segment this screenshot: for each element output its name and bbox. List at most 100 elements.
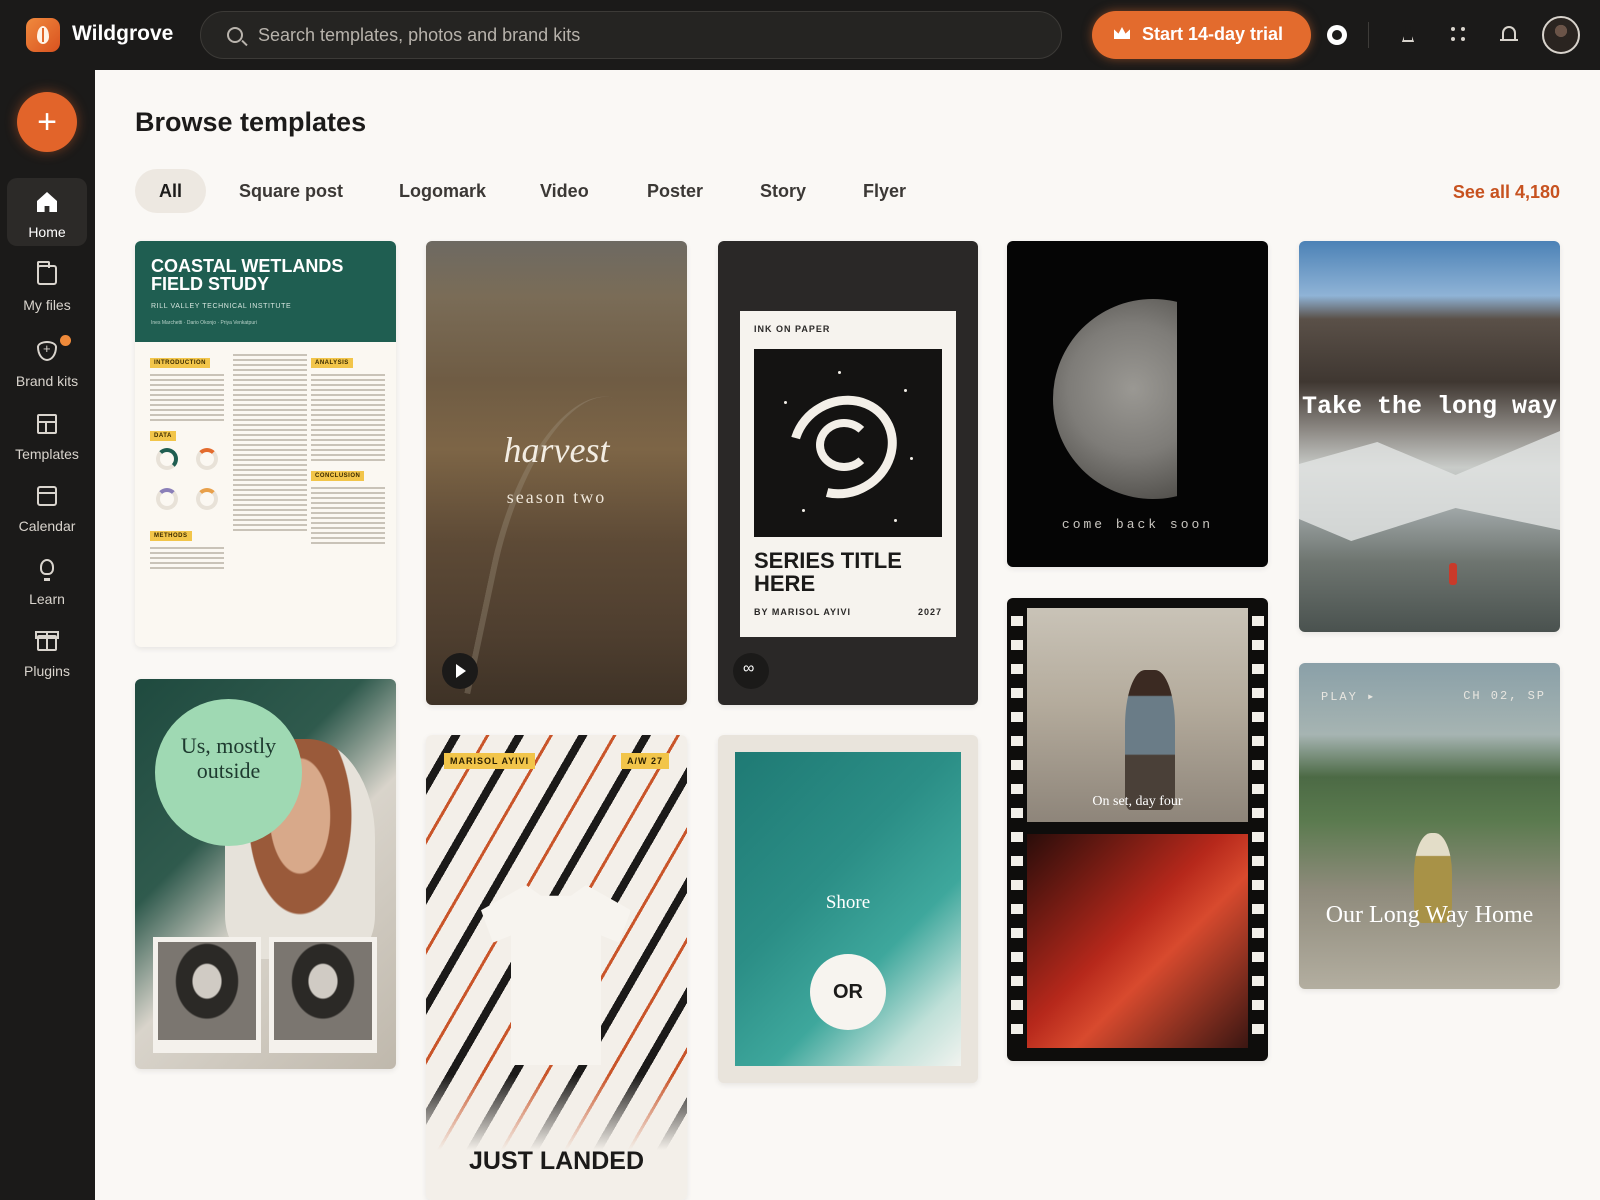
loop-icon[interactable] — [733, 653, 769, 689]
template-card-take-the-long-way[interactable]: Take the long way — [1299, 241, 1560, 632]
templates-icon — [37, 414, 57, 434]
film-perforations — [1011, 616, 1023, 1046]
template-card-coastal-wetlands[interactable]: COASTAL WETLANDS FIELD STUDY RILL VALLEY… — [135, 241, 396, 647]
apps-grid-icon[interactable] — [1445, 22, 1471, 48]
template-card-ink-on-paper[interactable]: INK ON PAPER SERIES TITLE HERE BY MARISO… — [718, 241, 978, 705]
shield-icon — [37, 341, 57, 361]
sidebar-item-label: Learn — [29, 591, 65, 607]
gift-icon — [35, 631, 59, 651]
shore-title: Shore — [825, 892, 871, 913]
user-avatar[interactable] — [1542, 16, 1580, 54]
start-trial-label: Start 14-day trial — [1142, 24, 1284, 44]
page-title: Browse templates — [135, 107, 367, 137]
section-tag: CONCLUSION — [311, 471, 365, 481]
mountain-image — [1299, 431, 1560, 541]
template-card-shore[interactable]: Shore OR — [718, 735, 978, 1083]
sidebar-item-label: Templates — [15, 446, 79, 462]
play-icon[interactable] — [442, 653, 478, 689]
report-authors: Ines Marchetti · Dario Okonjo · Priya Ve… — [151, 320, 257, 326]
template-card-harvest[interactable]: harvest season two — [426, 241, 687, 705]
crown-icon — [1114, 27, 1130, 39]
poster-paper: INK ON PAPER SERIES TITLE HERE BY MARISO… — [740, 311, 956, 637]
film-frame-photo — [1027, 608, 1248, 822]
sidebar-item-plugins[interactable]: Plugins — [7, 617, 87, 685]
filter-tab-square-post[interactable]: Square post — [215, 169, 367, 213]
sidebar-item-label: My files — [23, 297, 71, 313]
filter-tab-poster[interactable]: Poster — [623, 169, 727, 213]
template-card-just-landed[interactable]: MARISOL AYIVI A/W 27 JUST LANDED — [426, 735, 687, 1200]
section-tag: METHODS — [150, 531, 192, 541]
template-card-moon[interactable]: come back soon — [1007, 241, 1268, 567]
hiker-figure — [1449, 563, 1457, 585]
season-tag: A/W 27 — [620, 753, 669, 769]
sidebar-item-templates[interactable]: Templates — [7, 400, 87, 468]
sidebar: + Home My files Brand kits Templates Cal… — [0, 70, 95, 1200]
filter-tab-logomark[interactable]: Logomark — [375, 169, 510, 213]
harvest-subtitle: season two — [506, 487, 607, 507]
notification-badge — [60, 335, 71, 346]
sidebar-item-label: Home — [28, 224, 66, 240]
or-badge: OR — [810, 954, 886, 1030]
chat-icon[interactable] — [1324, 22, 1350, 48]
film-frame-photo — [1027, 834, 1248, 1048]
filter-tab-all[interactable]: All — [135, 169, 207, 213]
long-way-title: Our Long Way Home — [1325, 902, 1534, 928]
polaroid-photo — [153, 937, 261, 1053]
search-bar[interactable] — [200, 11, 1062, 59]
report-title: COASTAL WETLANDS FIELD STUDY — [151, 256, 344, 294]
filter-tab-video[interactable]: Video — [516, 169, 613, 213]
filter-tab-story[interactable]: Story — [736, 169, 830, 213]
sidebar-item-label: Plugins — [24, 663, 70, 679]
home-icon — [37, 192, 57, 212]
moon-image — [1053, 299, 1177, 499]
lightbulb-icon — [40, 559, 54, 581]
report-institute: RILL VALLEY TECHNICAL INSTITUTE — [151, 303, 292, 310]
search-input[interactable] — [258, 12, 1038, 58]
folder-icon — [37, 261, 57, 285]
film-perforations — [1252, 616, 1264, 1046]
outside-title: Us, mostly outside — [180, 733, 277, 783]
section-tag: INTRODUCTION — [150, 358, 210, 368]
swirl-artwork — [754, 349, 942, 537]
report-column: INTRODUCTION DATA METHODS — [150, 351, 224, 572]
film-caption: On set, day four — [1092, 794, 1183, 809]
app-name: Wildgrove — [72, 22, 174, 45]
top-bar: Wildgrove Start 14-day trial — [0, 0, 1600, 70]
template-card-our-long-way-home[interactable]: PLAY ▸ CH 02, SP Our Long Way Home — [1299, 663, 1560, 989]
sidebar-item-label: Brand kits — [15, 373, 79, 389]
search-icon — [227, 27, 243, 43]
brand-tag: MARISOL AYIVI — [444, 753, 536, 769]
toolbar-divider — [1368, 22, 1369, 48]
create-button[interactable]: + — [17, 92, 77, 152]
flask-icon[interactable] — [1395, 22, 1421, 48]
poster-byline: BY MARISOL AYIVI — [754, 607, 852, 617]
report-column: ANALYSIS CONCLUSION — [311, 351, 385, 547]
calendar-icon — [37, 486, 57, 506]
polaroid-photo — [269, 937, 377, 1053]
start-trial-button[interactable]: Start 14-day trial — [1092, 11, 1311, 59]
wildgrove-logo-icon[interactable] — [26, 18, 60, 52]
report-header: COASTAL WETLANDS FIELD STUDY RILL VALLEY… — [135, 241, 396, 342]
sidebar-item-learn[interactable]: Learn — [7, 545, 87, 613]
report-column — [233, 351, 307, 534]
poster-year: 2027 — [917, 607, 942, 617]
harvest-title: harvest — [503, 430, 610, 470]
just-landed-title: JUST LANDED — [468, 1147, 644, 1175]
moon-caption: come back soon — [1061, 517, 1214, 532]
template-card-us-mostly-outside[interactable]: Us, mostly outside — [135, 679, 396, 1069]
poster-kicker: INK ON PAPER — [754, 324, 831, 334]
filter-tab-flyer[interactable]: Flyer — [839, 169, 930, 213]
see-all-link[interactable]: See all 4,180 — [1453, 182, 1560, 203]
section-tag: ANALYSIS — [311, 358, 353, 368]
sidebar-item-label: Calendar — [18, 518, 76, 534]
poster-title: SERIES TITLE HERE — [754, 548, 902, 596]
template-card-on-set[interactable]: On set, day four — [1007, 598, 1268, 1061]
sidebar-item-brand-kits[interactable]: Brand kits — [7, 327, 87, 395]
tshirt-image — [481, 885, 631, 1065]
notifications-bell-icon[interactable] — [1496, 22, 1522, 48]
sidebar-item-calendar[interactable]: Calendar — [7, 472, 87, 540]
sidebar-item-home[interactable]: Home — [7, 178, 87, 246]
chapter-label: CH 02, SP — [1463, 689, 1546, 703]
mountain-quote: Take the long way — [1301, 392, 1558, 421]
sidebar-item-my-files[interactable]: My files — [7, 251, 87, 319]
